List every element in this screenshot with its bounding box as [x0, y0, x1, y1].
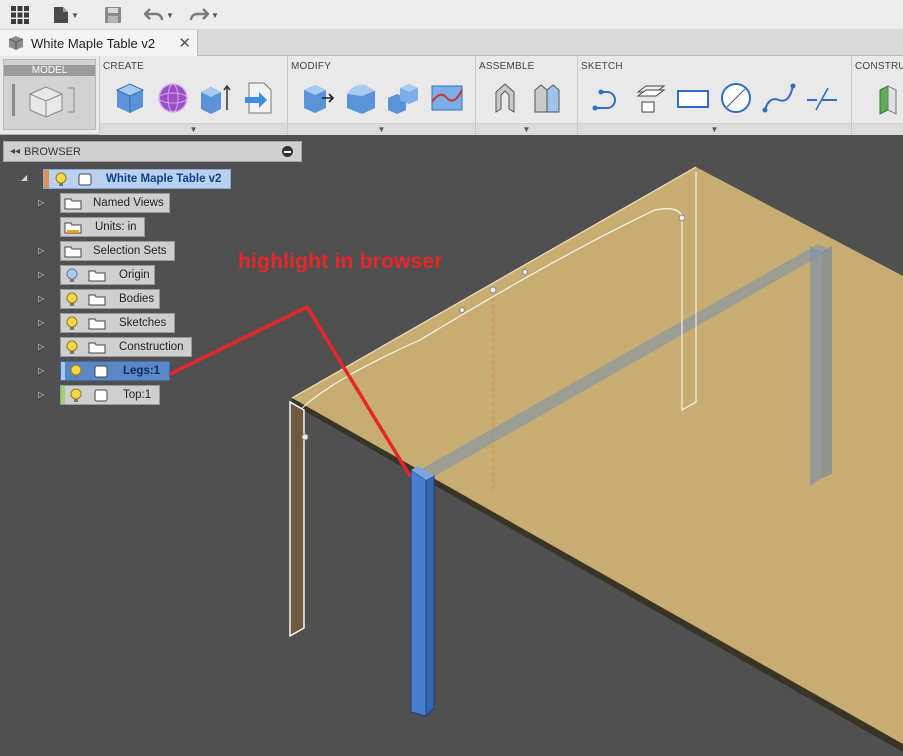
folder-icon [88, 318, 106, 330]
create-sketch-icon[interactable] [632, 80, 668, 116]
quick-access-toolbar: ▼ ▼ ▼ [0, 0, 903, 30]
component-icon [94, 365, 108, 378]
derive-icon[interactable] [241, 80, 277, 116]
construct-dropdown[interactable] [852, 123, 903, 135]
toolbar-ribbon: MODEL CREATE ▼ MODIFY ▼ ASSEMBLE ▼ SKETC… [0, 56, 903, 135]
workspace-switcher[interactable]: MODEL [3, 59, 96, 130]
tree-node-label: Origin [119, 269, 150, 281]
rectangle-icon[interactable] [675, 80, 711, 116]
spline-icon[interactable] [761, 80, 797, 116]
browser-title: BROWSER [24, 145, 81, 158]
tree-node-label: Sketches [119, 317, 167, 329]
expand-arrow-icon[interactable]: ▷ [38, 246, 44, 255]
undo-icon [144, 8, 164, 21]
new-component-icon[interactable] [487, 80, 523, 116]
sketch-curve-icon[interactable] [589, 80, 625, 116]
sketch-dropdown[interactable]: ▼ [578, 123, 851, 135]
construct-group: CONSTRU [851, 56, 903, 135]
chevron-down-icon: ▼ [71, 10, 79, 20]
app-grid-icon[interactable] [10, 4, 30, 26]
minimize-panel-icon[interactable] [282, 146, 293, 157]
chevron-down-icon: ▼ [166, 10, 174, 20]
offset-plane-icon[interactable] [876, 80, 903, 116]
close-tab-icon[interactable]: ✕ [178, 34, 191, 52]
tree-node-label: Units: in [95, 221, 137, 233]
sketch-group: SKETCH ▼ [577, 56, 851, 135]
create-dropdown[interactable]: ▼ [100, 123, 287, 135]
expand-arrow-icon[interactable]: ▷ [38, 294, 44, 303]
tree-node-label: Named Views [93, 197, 164, 209]
visibility-bulb-icon[interactable] [69, 388, 83, 403]
annotation-text: highlight in browser [238, 250, 443, 273]
tree-node-label: Top:1 [123, 389, 152, 401]
sketch-group-label: SKETCH [581, 61, 623, 72]
tree-node-label: Bodies [119, 293, 155, 305]
file-menu-button[interactable]: ▼ [53, 4, 79, 26]
modify-group: MODIFY ▼ [287, 56, 475, 135]
expand-arrow-icon[interactable]: ▷ [38, 366, 44, 375]
undo-button[interactable]: ▼ [144, 4, 174, 26]
root-label: White Maple Table v2 [106, 173, 222, 185]
tree-node-label: Construction [119, 341, 184, 353]
visibility-bulb-icon[interactable] [65, 340, 79, 355]
folder-icon [88, 270, 106, 282]
component-icon [78, 173, 92, 186]
model-workspace-icon [12, 84, 75, 118]
selected-leg[interactable] [410, 469, 427, 717]
folder-icon [88, 294, 106, 306]
visibility-bulb-icon[interactable] [65, 292, 79, 307]
construct-group-label: CONSTRU [855, 61, 903, 72]
expand-arrow-icon[interactable]: ▷ [38, 270, 44, 279]
visibility-bulb-icon[interactable] [69, 364, 83, 379]
folder-icon [64, 198, 82, 210]
expand-arrow-icon[interactable]: ▷ [38, 390, 44, 399]
create-group: CREATE ▼ [99, 56, 287, 135]
visibility-bulb-icon[interactable] [65, 316, 79, 331]
tree-node-label: Legs:1 [123, 365, 161, 377]
combine-icon[interactable] [386, 80, 422, 116]
assemble-group-label: ASSEMBLE [479, 61, 535, 72]
component-icon [94, 389, 108, 402]
expand-arrow-icon[interactable]: ▷ [38, 318, 44, 327]
assemble-dropdown[interactable]: ▼ [476, 123, 577, 135]
back-leg [810, 246, 822, 486]
press-pull-icon[interactable] [300, 80, 336, 116]
expand-arrow-icon[interactable]: ▷ [38, 342, 44, 351]
workspace-label: MODEL [4, 65, 95, 76]
save-button[interactable] [104, 4, 122, 26]
extrude-icon[interactable] [198, 80, 234, 116]
browser-header: ◂◂ BROWSER [3, 141, 302, 162]
tree-node-label: Selection Sets [93, 245, 167, 257]
document-tab-title: White Maple Table v2 [31, 35, 156, 51]
redo-button[interactable]: ▼ [189, 4, 219, 26]
collapse-arrow-icon[interactable]: ◢ [21, 173, 27, 182]
folder-icon [64, 246, 82, 258]
design-file-icon [8, 36, 24, 50]
chevron-down-icon: ▼ [211, 10, 219, 20]
split-body-icon[interactable] [429, 80, 465, 116]
units-ruler-icon [64, 222, 82, 234]
fillet-icon[interactable] [343, 80, 379, 116]
trim-icon[interactable] [804, 80, 840, 116]
collapse-panel-icon[interactable]: ◂◂ [10, 146, 20, 157]
assemble-group: ASSEMBLE ▼ [475, 56, 577, 135]
expand-arrow-icon[interactable]: ▷ [38, 198, 44, 207]
document-tab-bar: White Maple Table v2 ✕ [0, 30, 903, 56]
file-icon [54, 7, 68, 23]
document-tab[interactable]: White Maple Table v2 ✕ [0, 30, 198, 56]
joint-icon[interactable] [529, 80, 565, 116]
visibility-bulb-icon[interactable] [54, 172, 68, 187]
modify-group-label: MODIFY [291, 61, 332, 72]
sphere-icon[interactable] [155, 80, 191, 116]
visibility-bulb-icon[interactable] [65, 268, 79, 283]
folder-icon [88, 342, 106, 354]
redo-icon [189, 8, 209, 21]
create-group-label: CREATE [103, 61, 145, 72]
circle-icon[interactable] [718, 80, 754, 116]
box-icon[interactable] [112, 80, 148, 116]
save-icon [105, 7, 121, 23]
modify-dropdown[interactable]: ▼ [288, 123, 475, 135]
